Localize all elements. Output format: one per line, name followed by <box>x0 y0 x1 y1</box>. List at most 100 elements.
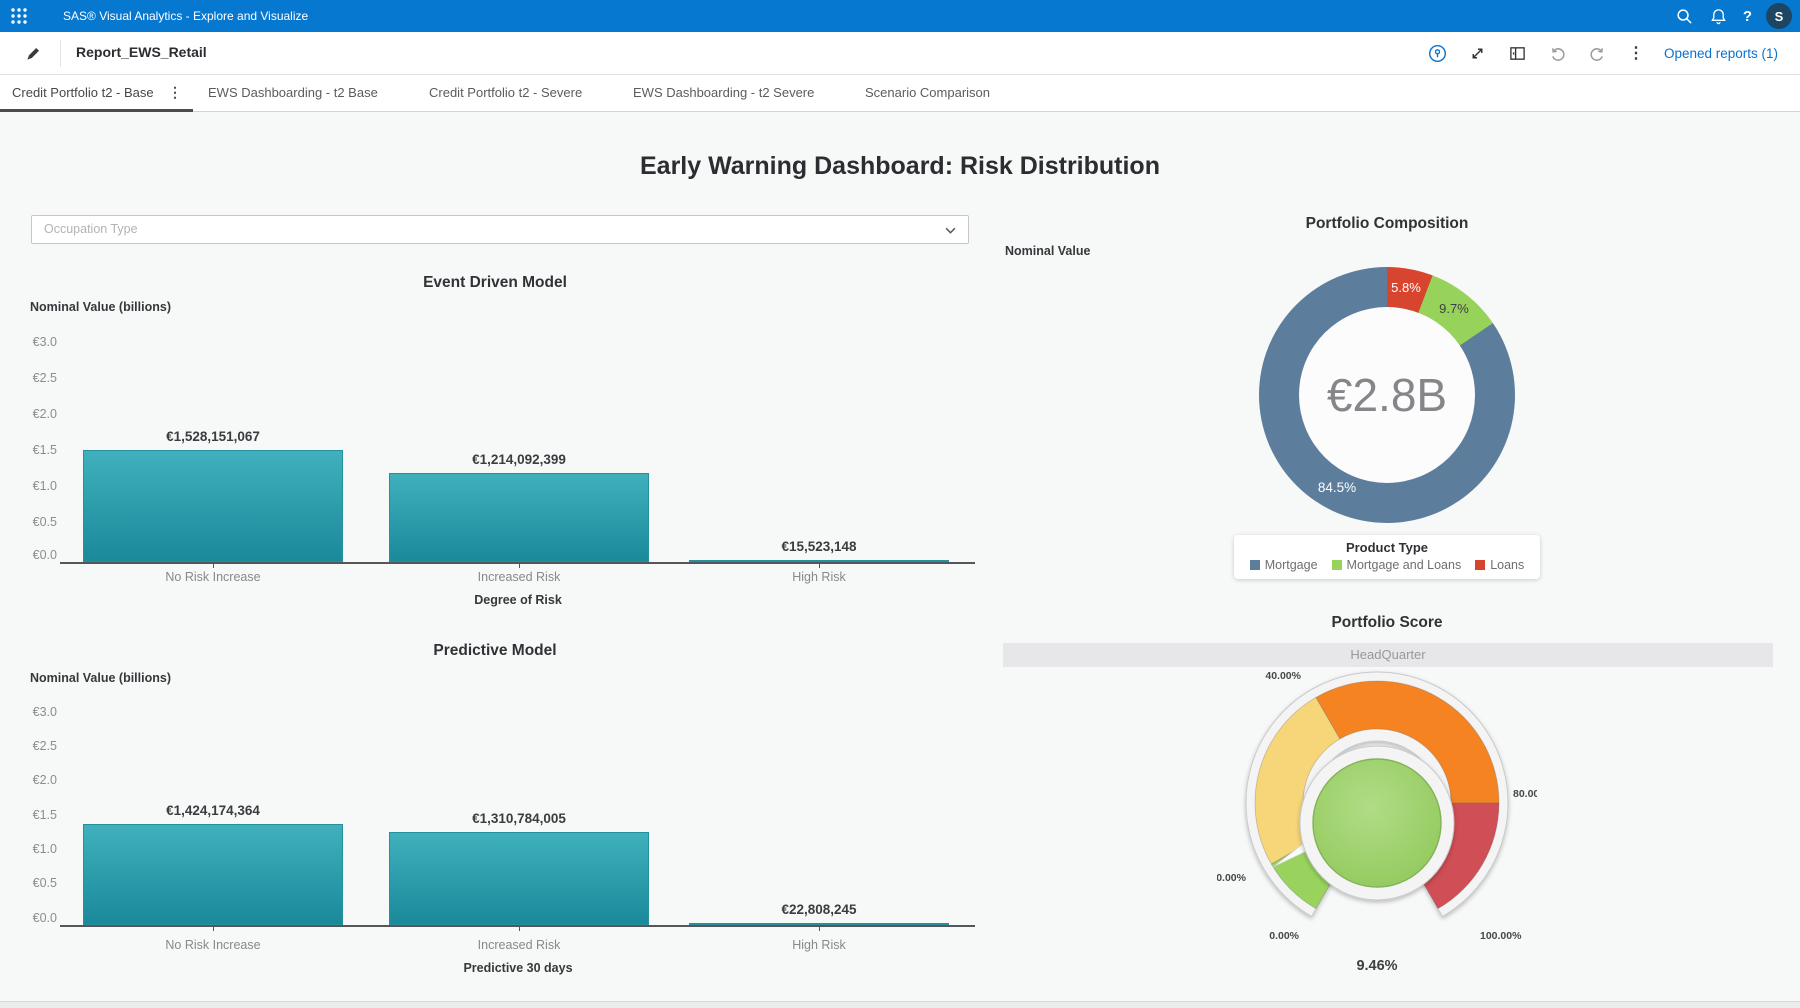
slice-label-loans: 5.8% <box>1381 280 1431 295</box>
tab-scenario-comparison[interactable]: Scenario Comparison <box>865 75 990 111</box>
x-category-label: High Risk <box>689 938 949 952</box>
y-tick-label: €3.0 <box>0 335 57 349</box>
slice-label-mortgage-and-loans: 9.7% <box>1429 301 1479 316</box>
gauge-title: Portfolio Score <box>1187 614 1587 632</box>
gauge-tick-label-40: 40.00% <box>1265 670 1301 682</box>
bar-high-risk[interactable] <box>689 923 949 925</box>
y-axis-label: Nominal Value (billions) <box>30 300 171 314</box>
app-switcher-icon[interactable] <box>10 7 28 25</box>
slice-label-mortgage: 84.5% <box>1302 480 1372 495</box>
legend-swatch <box>1332 560 1342 570</box>
avatar[interactable]: S <box>1766 3 1792 29</box>
search-icon[interactable] <box>1675 6 1695 26</box>
gauge-tick-label-100: 100.00% <box>1480 930 1522 942</box>
y-tick-label: €1.5 <box>0 443 57 457</box>
page-title: Early Warning Dashboard: Risk Distributi… <box>0 152 1800 181</box>
gauge-inner-disc <box>1313 759 1441 887</box>
help-icon[interactable]: ? <box>1743 8 1752 25</box>
x-axis-line <box>60 925 975 927</box>
y-tick-label: €1.0 <box>0 842 57 856</box>
legend-item-loans: Loans <box>1475 558 1524 572</box>
opened-reports-link[interactable]: Opened reports (1) <box>1664 46 1778 61</box>
predictive-model-chart: Predictive Model Nominal Value (billions… <box>0 638 990 988</box>
tab-credit-portfolio-t2-base[interactable]: Credit Portfolio t2 - Base <box>12 75 154 111</box>
bar-value-label: €22,808,245 <box>689 902 949 917</box>
bar-high-risk[interactable] <box>689 560 949 562</box>
edit-pencil-icon[interactable] <box>24 45 42 63</box>
x-category-label: Increased Risk <box>389 570 649 584</box>
y-tick-label: €0.0 <box>0 548 57 562</box>
y-tick-label: €0.5 <box>0 876 57 890</box>
report-title: Report_EWS_Retail <box>76 44 207 60</box>
legend-swatch <box>1475 560 1485 570</box>
bar-value-label: €1,214,092,399 <box>389 452 649 467</box>
redo-icon[interactable] <box>1588 44 1608 64</box>
y-tick-label: €1.5 <box>0 808 57 822</box>
legend-item-mortgage-and-loans: Mortgage and Loans <box>1332 558 1462 572</box>
x-axis-label: Degree of Risk <box>30 593 1006 607</box>
x-axis-line <box>60 562 975 564</box>
gauge-tick-label-80: 80.00% <box>1513 788 1537 800</box>
bar-increased-risk[interactable] <box>389 832 649 925</box>
x-tick-mark <box>819 927 820 931</box>
bottom-edge-strip <box>0 1001 1800 1008</box>
gauge-tick-label-0: 0.00% <box>1269 930 1299 942</box>
bar-value-label: €1,528,151,067 <box>83 429 343 444</box>
undo-icon[interactable] <box>1548 44 1568 64</box>
legend-swatch <box>1250 560 1260 570</box>
y-axis-label: Nominal Value (billions) <box>30 671 171 685</box>
bar-value-label: €15,523,148 <box>689 539 949 554</box>
y-tick-label: €1.0 <box>0 479 57 493</box>
chart-title: Predictive Model <box>0 642 990 660</box>
tab-ews-dashboarding-t2-severe[interactable]: EWS Dashboarding - t2 Severe <box>633 75 814 111</box>
portfolio-score-gauge: 0.00% 10.00% 40.00% 80.00% 100.00% <box>1217 643 1537 963</box>
bar-no-risk-increase[interactable] <box>83 450 343 562</box>
report-tab-bar: Credit Portfolio t2 - Base ⋮ EWS Dashboa… <box>0 75 1800 112</box>
x-category-label: Increased Risk <box>389 938 649 952</box>
occupation-type-dropdown[interactable]: Occupation Type <box>31 215 969 244</box>
x-tick-mark <box>819 564 820 568</box>
notifications-bell-icon[interactable] <box>1709 6 1729 26</box>
y-tick-label: €2.5 <box>0 371 57 385</box>
x-tick-mark <box>213 564 214 568</box>
gauge-tick-label-10: 10.00% <box>1217 872 1247 884</box>
expand-fullscreen-icon[interactable] <box>1468 44 1488 64</box>
event-driven-model-chart: Event Driven Model Nominal Value (billio… <box>0 270 990 620</box>
app-title: SAS® Visual Analytics - Explore and Visu… <box>63 0 308 32</box>
y-tick-label: €0.5 <box>0 515 57 529</box>
x-tick-mark <box>519 564 520 568</box>
dropdown-placeholder: Occupation Type <box>44 222 138 236</box>
x-tick-mark <box>213 927 214 931</box>
toolbar-divider <box>60 40 61 67</box>
map-pin-icon[interactable] <box>1428 44 1448 64</box>
report-toolbar: Report_EWS_Retail ⋮ Opened reports (1) <box>0 32 1800 75</box>
y-tick-label: €2.0 <box>0 773 57 787</box>
tab-ews-dashboarding-t2-base[interactable]: EWS Dashboarding - t2 Base <box>208 75 378 111</box>
legend-title: Product Type <box>1242 540 1532 555</box>
active-tab-underline <box>0 109 193 112</box>
more-options-kebab-icon[interactable]: ⋮ <box>1628 46 1644 62</box>
gauge-value: 9.46% <box>1287 958 1467 974</box>
donut-title: Portfolio Composition <box>1187 215 1587 233</box>
x-axis-label: Predictive 30 days <box>30 961 1006 975</box>
bar-value-label: €1,310,784,005 <box>389 811 649 826</box>
x-tick-mark <box>519 927 520 931</box>
bar-value-label: €1,424,174,364 <box>83 803 343 818</box>
y-tick-label: €3.0 <box>0 705 57 719</box>
y-tick-label: €2.5 <box>0 739 57 753</box>
donut-center-value: €2.8B <box>1287 368 1487 422</box>
donut-legend: Product Type MortgageMortgage and LoansL… <box>1234 535 1540 579</box>
x-category-label: No Risk Increase <box>83 570 343 584</box>
x-category-label: No Risk Increase <box>83 938 343 952</box>
chevron-down-icon <box>945 227 956 234</box>
panel-toggle-icon[interactable] <box>1508 44 1528 64</box>
bar-increased-risk[interactable] <box>389 473 649 562</box>
y-tick-label: €2.0 <box>0 407 57 421</box>
tab-kebab-icon[interactable]: ⋮ <box>168 85 182 99</box>
x-category-label: High Risk <box>689 570 949 584</box>
donut-measure-label: Nominal Value <box>1005 244 1090 258</box>
bar-no-risk-increase[interactable] <box>83 824 343 925</box>
tab-credit-portfolio-t2-severe[interactable]: Credit Portfolio t2 - Severe <box>429 75 582 111</box>
app-bar: SAS® Visual Analytics - Explore and Visu… <box>0 0 1800 32</box>
y-tick-label: €0.0 <box>0 911 57 925</box>
